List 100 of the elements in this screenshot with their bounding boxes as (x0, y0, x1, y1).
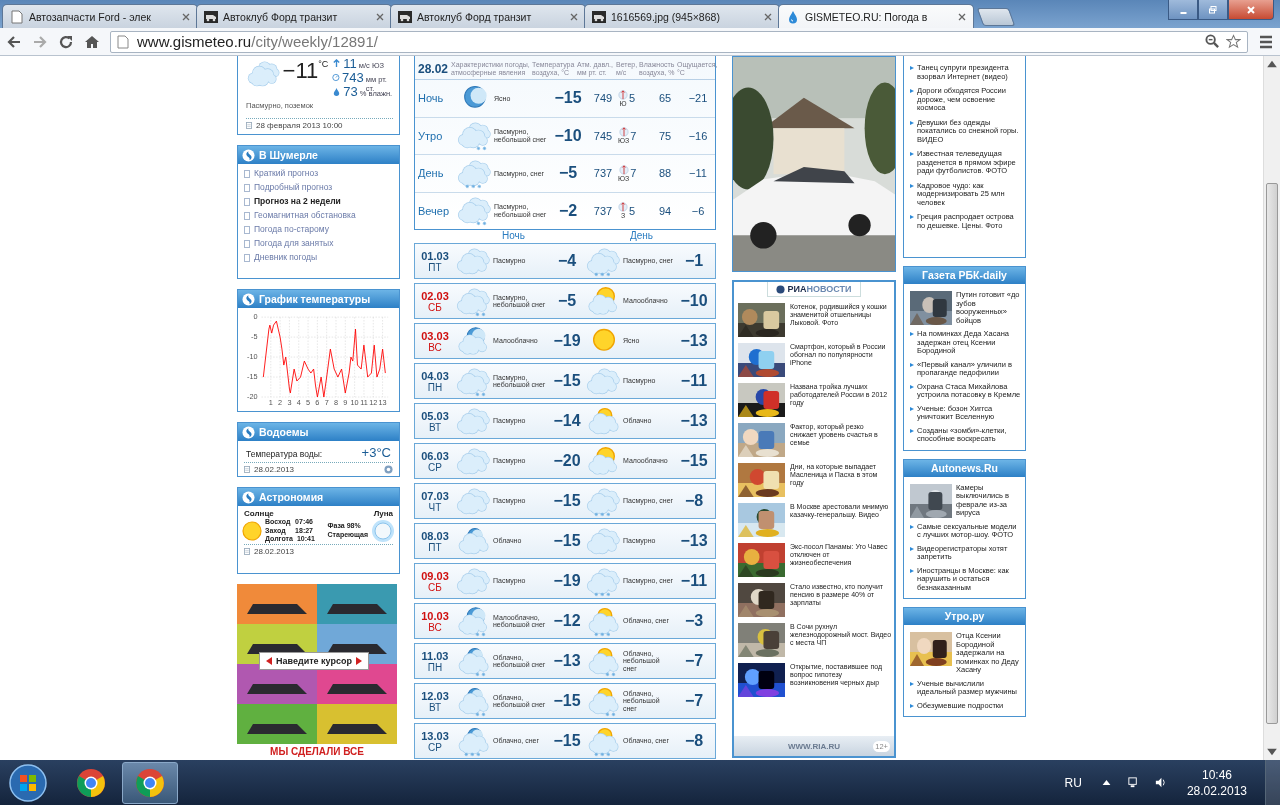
start-button[interactable] (8, 762, 48, 803)
logo-icon (242, 490, 255, 504)
day-temperature: −15 (679, 452, 709, 470)
new-tab-button[interactable] (976, 8, 1016, 26)
close-icon[interactable] (182, 12, 190, 21)
clock-time: 10:46 (1201, 766, 1232, 783)
ad-banner[interactable]: Наведите курсор МЫ СДЕЛАЛИ ВСЕ (237, 584, 397, 759)
close-button[interactable] (1228, 0, 1274, 20)
back-icon[interactable] (6, 33, 22, 50)
today-date: 28.02 (418, 61, 450, 76)
day-temperature: −7 (683, 692, 705, 710)
home-icon[interactable] (84, 33, 100, 50)
calendar-icon (246, 122, 252, 129)
tab-title: Автоклуб Форд транзит (417, 10, 533, 23)
weekday: СБ (428, 301, 442, 313)
day-temperature: −1 (683, 252, 705, 270)
browser-tab[interactable]: GISMETEO.RU: Погода в (778, 4, 974, 28)
menu-link[interactable]: Геомагнитная обстановка (244, 210, 391, 221)
gauge-icon (332, 72, 341, 82)
forecast-date: 05.03 (421, 409, 449, 422)
taskbar-app[interactable] (122, 761, 178, 804)
cloud-icon (455, 445, 493, 477)
hover-button[interactable]: Наведите курсор (259, 652, 369, 670)
menu-link[interactable]: Подробный прогноз (244, 182, 391, 193)
drop-icon (786, 9, 800, 24)
weekday: ПТ (428, 261, 442, 273)
help-icon[interactable] (384, 465, 393, 474)
weekday: ЧТ (428, 501, 442, 513)
browser-tab[interactable]: Автозапчасти Ford - элек (2, 4, 198, 28)
maximize-button[interactable] (1198, 0, 1228, 20)
close-icon (1246, 4, 1256, 15)
menu-link[interactable]: Погода для занятых (244, 238, 391, 249)
logo-text: РИАНОВОСТИ (787, 284, 852, 294)
day-temperature: −13 (679, 412, 709, 430)
arrow-right-icon (356, 657, 362, 665)
cloud-snow-icon (456, 195, 494, 227)
forecast-date: 13.03 (421, 729, 449, 742)
tab-title: GISMETEO.RU: Погода в (805, 10, 929, 23)
cloud-icon (455, 485, 493, 517)
forecast-date: 02.03 (421, 289, 449, 302)
forecast-date: 01.03 (421, 249, 449, 262)
network-icon[interactable] (1126, 776, 1140, 789)
close-icon[interactable] (376, 12, 384, 21)
weekday: СР (428, 741, 442, 753)
temperature: −15 (553, 89, 583, 108)
logo-icon (242, 425, 255, 439)
sun-label: Солнце (244, 509, 274, 518)
van-icon (592, 9, 606, 24)
browser-icon (76, 767, 106, 798)
button-label: Наведите курсор (276, 656, 352, 666)
browser-tab[interactable]: 1616569.jpg (945×868) (584, 4, 780, 28)
day-temperature: −3 (683, 612, 705, 630)
weekday: СБ (428, 581, 442, 593)
period-label: Вечер (418, 204, 451, 217)
weekday: ВС (428, 621, 442, 633)
scrollbar[interactable] (1263, 56, 1280, 760)
calendar-icon (244, 466, 250, 473)
night-temperature: −15 (552, 492, 582, 510)
browser-tab[interactable]: Автоклуб Форд транзит (390, 4, 586, 28)
volume-icon[interactable] (1153, 776, 1167, 789)
logo-icon (242, 292, 255, 306)
day-temperature: −7 (683, 652, 705, 670)
day-temperature: −11 (679, 372, 709, 390)
forecast-date: 09.03 (421, 569, 449, 582)
close-icon[interactable] (958, 12, 966, 21)
period-label: День (418, 167, 445, 180)
wind-speed: 5 (629, 92, 636, 105)
night-temperature: −20 (552, 452, 582, 470)
forecast-date: 08.03 (421, 529, 449, 542)
menu-link[interactable]: Краткий прогноз (244, 168, 391, 179)
forecast-date: 07.03 (421, 489, 449, 502)
day-temperature: −11 (679, 572, 709, 590)
address-bar[interactable]: www.gismeteo.ru/city/weekly/12891/ (110, 30, 1248, 53)
menu-link[interactable]: Погода по-старому (244, 224, 391, 235)
reload-icon[interactable] (58, 33, 74, 50)
close-icon[interactable] (764, 12, 772, 21)
pressure-value: 749 (592, 92, 614, 105)
humidity-value: 73 (343, 84, 358, 99)
cloud-icon (455, 405, 493, 437)
browser-tab[interactable]: Автоклуб Форд транзит (196, 4, 392, 28)
temperature: −5 (557, 164, 579, 183)
panel-title: Водоемы (259, 426, 309, 438)
star-icon[interactable] (1226, 34, 1241, 49)
clock-date: 28.02.2013 (1186, 782, 1247, 799)
wind-direction-icon (618, 202, 628, 213)
night-temperature: −15 (552, 532, 582, 550)
weekday: ПТ (428, 541, 442, 553)
zoom-icon[interactable] (1205, 34, 1220, 49)
menu-link[interactable]: Дневник погоды (244, 252, 391, 263)
feels-like-temperature: −6 (690, 204, 706, 217)
language-indicator[interactable]: RU (1064, 775, 1082, 790)
close-icon[interactable] (570, 12, 578, 21)
menu-icon[interactable] (1258, 33, 1274, 50)
menu-link[interactable]: Прогноз на 2 недели (244, 196, 391, 207)
night-temperature: −14 (552, 412, 582, 430)
page-icon (10, 9, 24, 24)
night-temperature: −4 (556, 252, 578, 270)
minimize-button[interactable] (1168, 0, 1198, 20)
restore-icon (1208, 4, 1218, 15)
weekday: ВТ (428, 701, 442, 713)
